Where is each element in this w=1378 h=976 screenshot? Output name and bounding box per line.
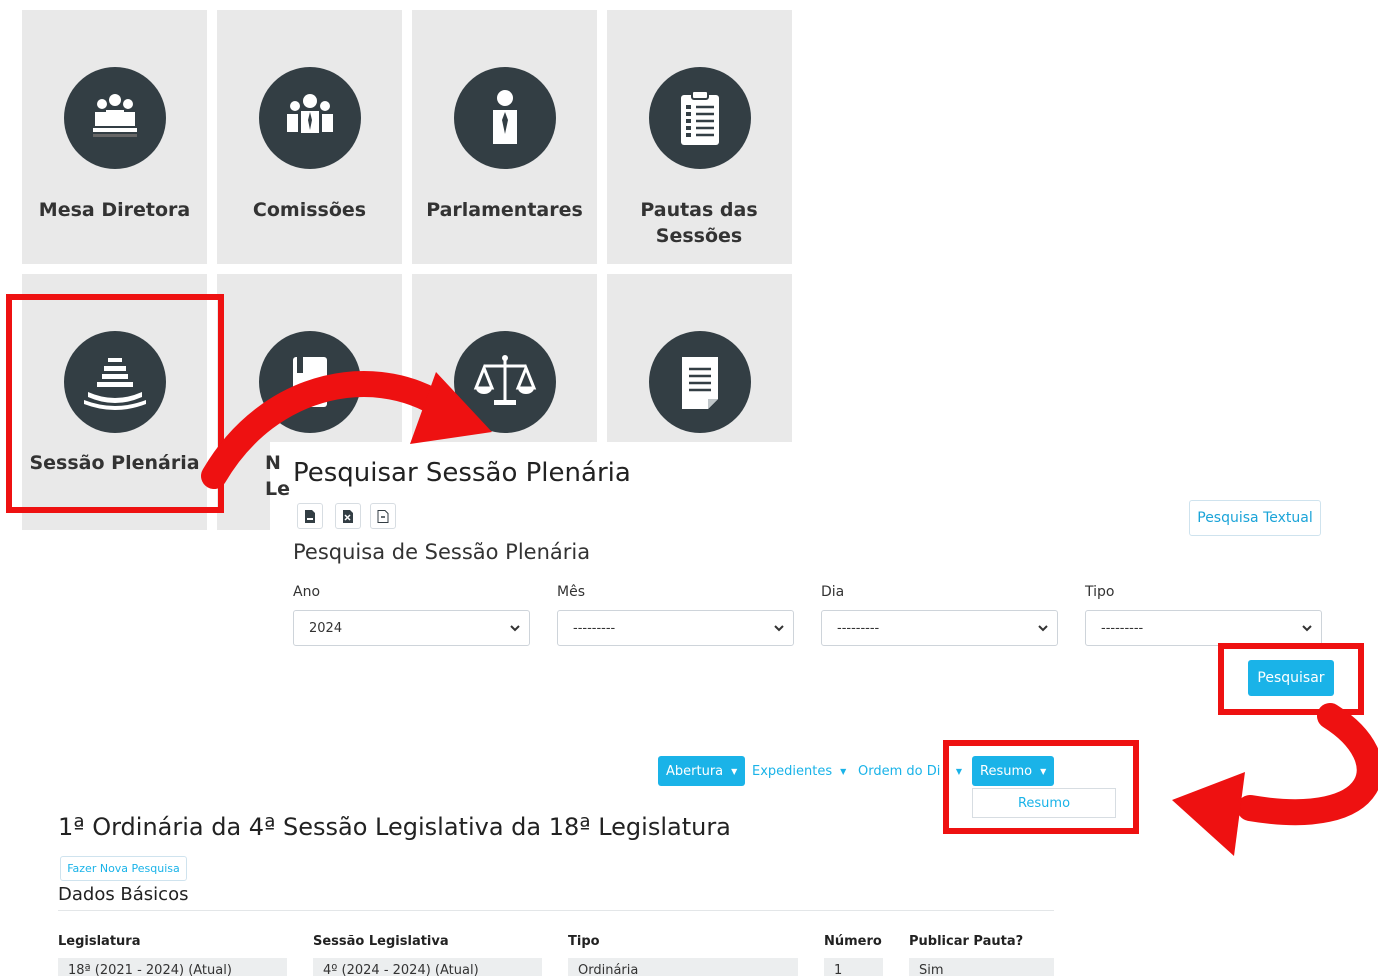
arrow-to-search	[201, 371, 463, 489]
annotation-arrows	[201, 371, 1378, 856]
arrow-to-resumo-head	[1172, 772, 1245, 856]
arrow-to-resumo	[1237, 703, 1378, 826]
